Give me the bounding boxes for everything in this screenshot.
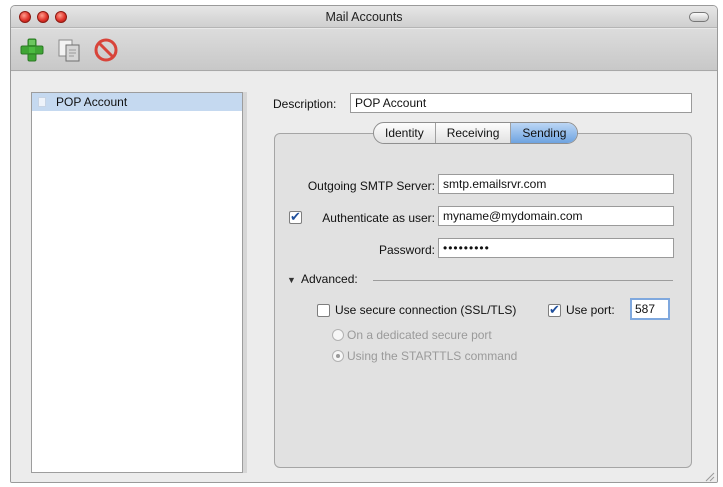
tab-bar: Identity Receiving Sending (373, 122, 579, 144)
resize-grip-icon[interactable] (703, 470, 715, 482)
radio-starttls[interactable] (332, 350, 344, 362)
authenticate-label: Authenticate as user: (322, 211, 435, 225)
radio-starttls-label: Using the STARTTLS command (347, 349, 518, 363)
add-account-button[interactable] (19, 37, 45, 63)
smtp-server-label: Outgoing SMTP Server: (307, 179, 435, 193)
use-port-label: Use port: (566, 303, 615, 317)
tab-sending[interactable]: Sending (511, 123, 578, 143)
advanced-divider (373, 280, 673, 281)
advanced-label: Advanced: (301, 272, 358, 286)
description-input[interactable] (350, 93, 692, 113)
title-bar: Mail Accounts (11, 6, 717, 28)
no-entry-icon (94, 38, 118, 62)
username-input[interactable] (438, 206, 674, 226)
password-label: Password: (378, 243, 435, 257)
toolbar (11, 29, 717, 71)
list-divider[interactable] (243, 92, 247, 473)
toolbar-toggle-button[interactable] (689, 12, 709, 22)
window-title: Mail Accounts (325, 10, 403, 24)
duplicate-account-button[interactable] (57, 37, 83, 63)
authenticate-checkbox[interactable] (289, 209, 302, 225)
description-label: Description: (273, 97, 337, 111)
list-item[interactable]: POP Account (32, 93, 242, 111)
ssl-checkbox[interactable] (317, 304, 330, 317)
radio-dedicated-port[interactable] (332, 329, 344, 341)
account-list[interactable]: POP Account (31, 92, 243, 473)
ssl-label: Use secure connection (SSL/TLS) (335, 303, 517, 317)
mail-accounts-window: Mail Accounts POP Account Description: P… (10, 5, 718, 483)
delete-account-button[interactable] (93, 37, 119, 63)
disclosure-triangle-icon[interactable]: ▼ (287, 275, 296, 285)
duplicate-icon (58, 39, 80, 62)
settings-tab-panel: Outgoing SMTP Server: Authenticate as us… (274, 133, 692, 468)
account-label: POP Account (56, 95, 128, 109)
port-input[interactable] (630, 298, 670, 320)
tab-identity[interactable]: Identity (374, 123, 436, 143)
use-port-checkbox[interactable] (548, 302, 561, 318)
smtp-server-input[interactable] (438, 174, 674, 194)
password-input[interactable] (438, 238, 674, 258)
plus-icon (20, 38, 44, 62)
content-area: POP Account Description: Outgoing SMTP S… (11, 72, 717, 482)
radio-dedicated-label: On a dedicated secure port (347, 328, 492, 342)
tab-receiving[interactable]: Receiving (436, 123, 512, 143)
account-icon (38, 97, 46, 107)
